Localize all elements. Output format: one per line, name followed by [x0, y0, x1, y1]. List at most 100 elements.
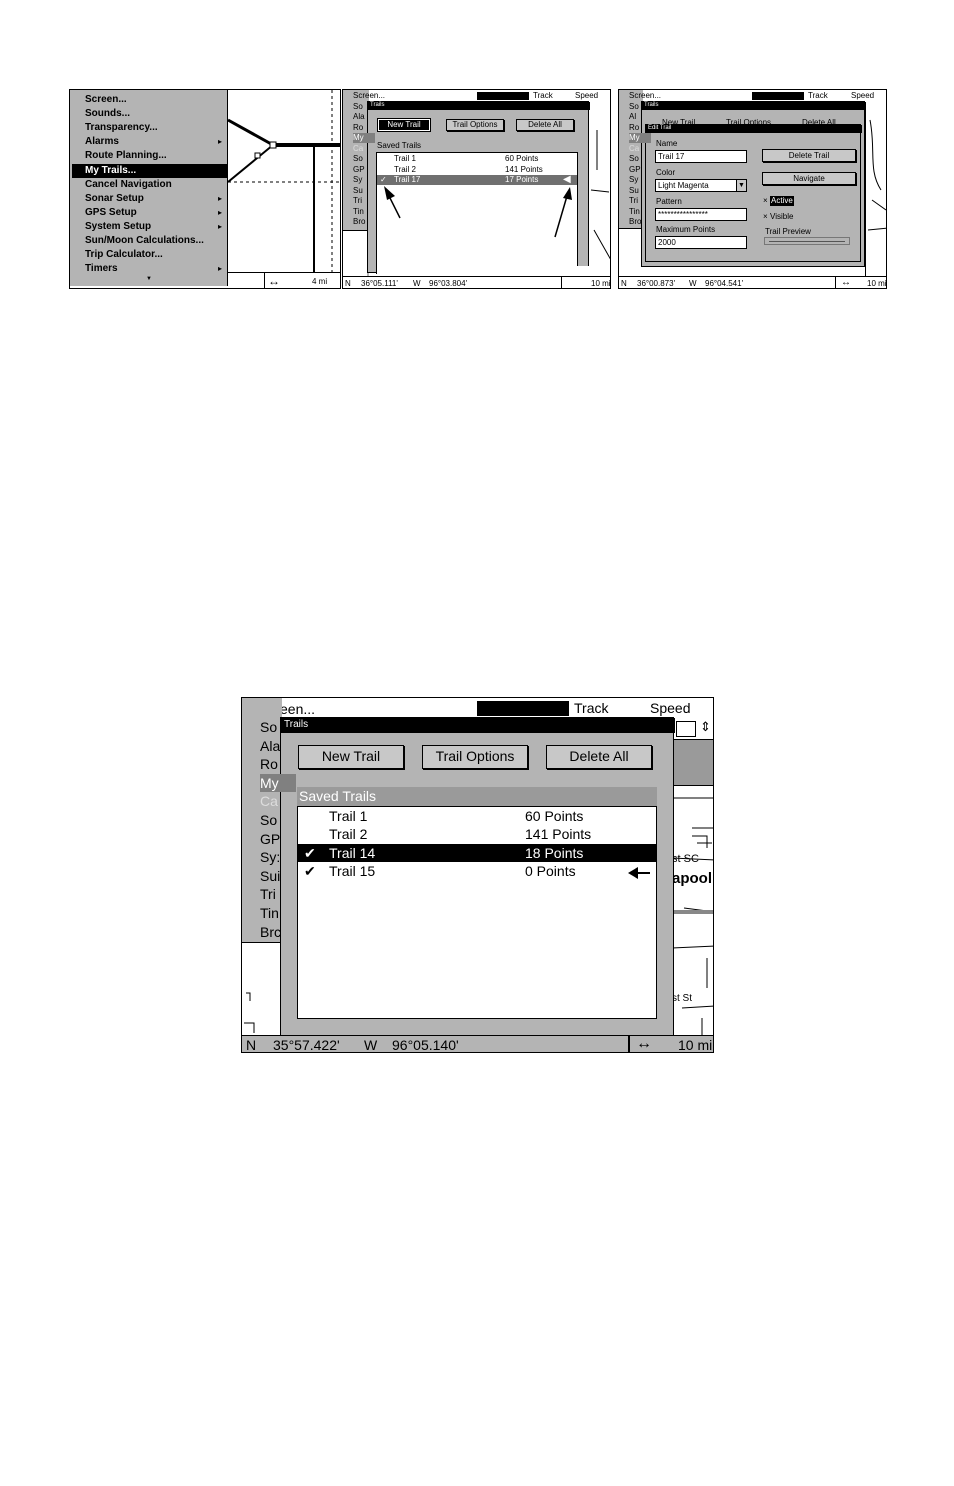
track-label: Track	[808, 91, 828, 100]
bg-menu-item: My	[353, 133, 375, 143]
submenu-arrow-icon: ▸	[218, 193, 223, 203]
menu-item[interactable]: Sounds...	[72, 107, 227, 121]
bg-menu-item: Brc	[260, 923, 281, 940]
trail-options-button[interactable]: Trail Options	[422, 745, 528, 769]
new-trail-button[interactable]: New Trail	[298, 745, 404, 769]
screen1-map	[227, 90, 340, 272]
zoom-level: 10 mi	[591, 279, 611, 288]
bg-menu-item: GP	[260, 830, 281, 847]
bg-menu-item: Tin	[260, 905, 279, 921]
menu-item-label: My Trails...	[85, 164, 137, 176]
west-indicator: W	[689, 279, 697, 288]
menu-item[interactable]: Alarms ▸	[72, 135, 227, 149]
pattern-field[interactable]: ****************	[655, 208, 747, 221]
submenu-arrow-icon: ▸	[218, 264, 223, 274]
saved-trails-label: Saved Trails	[299, 788, 377, 804]
menu-item-label: Cancel Navigation	[85, 178, 172, 190]
trail-name: Trail 14	[329, 844, 376, 861]
trail-row[interactable]: ✔ Trail 14 18 Points	[298, 843, 656, 862]
bg-menu-item: Ala	[353, 112, 365, 121]
menu-item[interactable]: Cancel Navigation	[72, 178, 227, 192]
latitude: 36°00.873'	[637, 279, 676, 288]
trail-row[interactable]: ✔ Trail 15 0 Points	[298, 862, 656, 880]
screen4-status-bar: N 35°57.422' W 96°05.140' ↔ 10 mi	[242, 1035, 713, 1053]
bg-menu-item: Tin	[629, 206, 640, 216]
visible-checkbox[interactable]: ×	[763, 212, 768, 222]
bg-menu-item: GP	[629, 164, 641, 174]
longitude: 96°03.804'	[429, 279, 468, 288]
menu-item[interactable]: Sun/Moon Calculations...	[72, 234, 227, 248]
bg-menu-item: Tri	[353, 196, 363, 205]
bg-menu-item: Su	[353, 185, 363, 195]
screen1-panel: ↔ 4 mi Screen... Sounds... Transparency...…	[69, 89, 341, 289]
menu-item[interactable]: My Trails...	[72, 163, 227, 178]
bg-menu-item: Ala	[260, 737, 281, 754]
submenu-arrow-icon: ▸	[218, 207, 223, 217]
map-label: st SC	[672, 853, 699, 865]
name-field[interactable]: Trail 17	[655, 150, 747, 163]
trail-row[interactable]: Trail 1 60 Points	[298, 807, 656, 825]
bg-menu-item: So	[629, 154, 639, 163]
latitude: 36°05.111'	[361, 279, 398, 288]
trail-row[interactable]: Trail 2 141 Points	[298, 825, 656, 843]
max-points-label: Maximum Points	[656, 225, 716, 234]
edit-trail-dialog: Edit Trail Name Trail 17 Color Light Mag…	[645, 124, 862, 262]
bg-menu-item: Sy:	[260, 849, 281, 866]
visible-label: Visible	[770, 212, 794, 221]
dialog-title: Trails	[284, 719, 309, 730]
trail-points: 0 Points	[525, 862, 576, 879]
zoom-level: 10 mi	[678, 1037, 713, 1053]
bg-menu-item: My	[629, 133, 651, 143]
submenu-arrow-icon: ▸	[218, 137, 223, 147]
bg-menu-item: Tri	[260, 886, 276, 903]
bg-menu-item: Al	[629, 112, 637, 121]
north-indicator: N	[621, 279, 627, 288]
trail-points: 60 Points	[525, 808, 584, 824]
scroll-down-icon[interactable]: ▼	[146, 276, 152, 282]
color-select[interactable]: Light Magenta ▼	[655, 179, 747, 192]
bg-menu-item: Ca	[260, 793, 278, 810]
speed-label: Speed	[851, 91, 875, 100]
west-indicator: W	[364, 1037, 378, 1053]
menu-item[interactable]: Route Planning...	[72, 149, 227, 163]
longitude: 96°04.541'	[705, 279, 744, 288]
screen4-trails-dialog: Trails New Trail Trail Options Delete Al…	[280, 717, 675, 1036]
trail-name: Trail 15	[329, 862, 376, 879]
trail-name: Trail 1	[329, 808, 368, 824]
active-checkbox[interactable]: ×	[763, 196, 768, 206]
bg-menu-item: Ro	[260, 756, 278, 773]
menu-item[interactable]: GPS Setup ▸	[72, 206, 227, 220]
screen4-map-left	[242, 942, 282, 1036]
bg-menu-item: So	[353, 101, 363, 111]
screen1-status-bar: ↔ 4 mi	[228, 272, 340, 288]
trail-name: Trail 2	[329, 826, 368, 843]
menu-item[interactable]: Transparency...	[72, 121, 227, 135]
pattern-label: Pattern	[656, 197, 682, 206]
color-label: Color	[656, 168, 676, 177]
delete-all-button[interactable]: Delete All	[546, 745, 652, 769]
bg-menu-item: Sui	[260, 867, 281, 884]
menu-item[interactable]: System Setup ▸	[72, 220, 227, 234]
menu-item[interactable]: Trip Calculator...	[72, 248, 227, 262]
screen3-map-strip	[865, 110, 886, 276]
bg-menu-item: Ca	[353, 143, 364, 153]
delete-trail-button[interactable]: Delete Trail	[762, 149, 856, 162]
color-value: Light Magenta	[658, 181, 709, 190]
map-label: st St	[672, 993, 693, 1004]
max-points-field[interactable]: 2000	[655, 236, 747, 249]
pan-arrow-icon: ↔	[841, 277, 851, 288]
menu-item-label: Transparency...	[85, 122, 158, 134]
menu-item[interactable]: Screen...	[72, 93, 227, 107]
active-label: Active	[770, 196, 794, 206]
dropdown-arrow-icon[interactable]: ▼	[736, 180, 746, 191]
bg-menu-item: Bro	[353, 217, 366, 226]
latitude: 35°57.422'	[273, 1037, 340, 1053]
menu-item[interactable]: Sonar Setup ▸	[72, 192, 227, 206]
menu-item[interactable]: Timers ▸	[72, 262, 227, 276]
menu-item-label: Timers	[85, 263, 118, 275]
bg-menu-item: Sy	[353, 175, 363, 184]
edit-trail-title: Edit Trail	[648, 125, 672, 131]
menu-item-label: Trip Calculator...	[85, 249, 163, 261]
saved-trails-header: Saved Trails	[297, 787, 657, 806]
navigate-button[interactable]: Navigate	[762, 172, 856, 185]
